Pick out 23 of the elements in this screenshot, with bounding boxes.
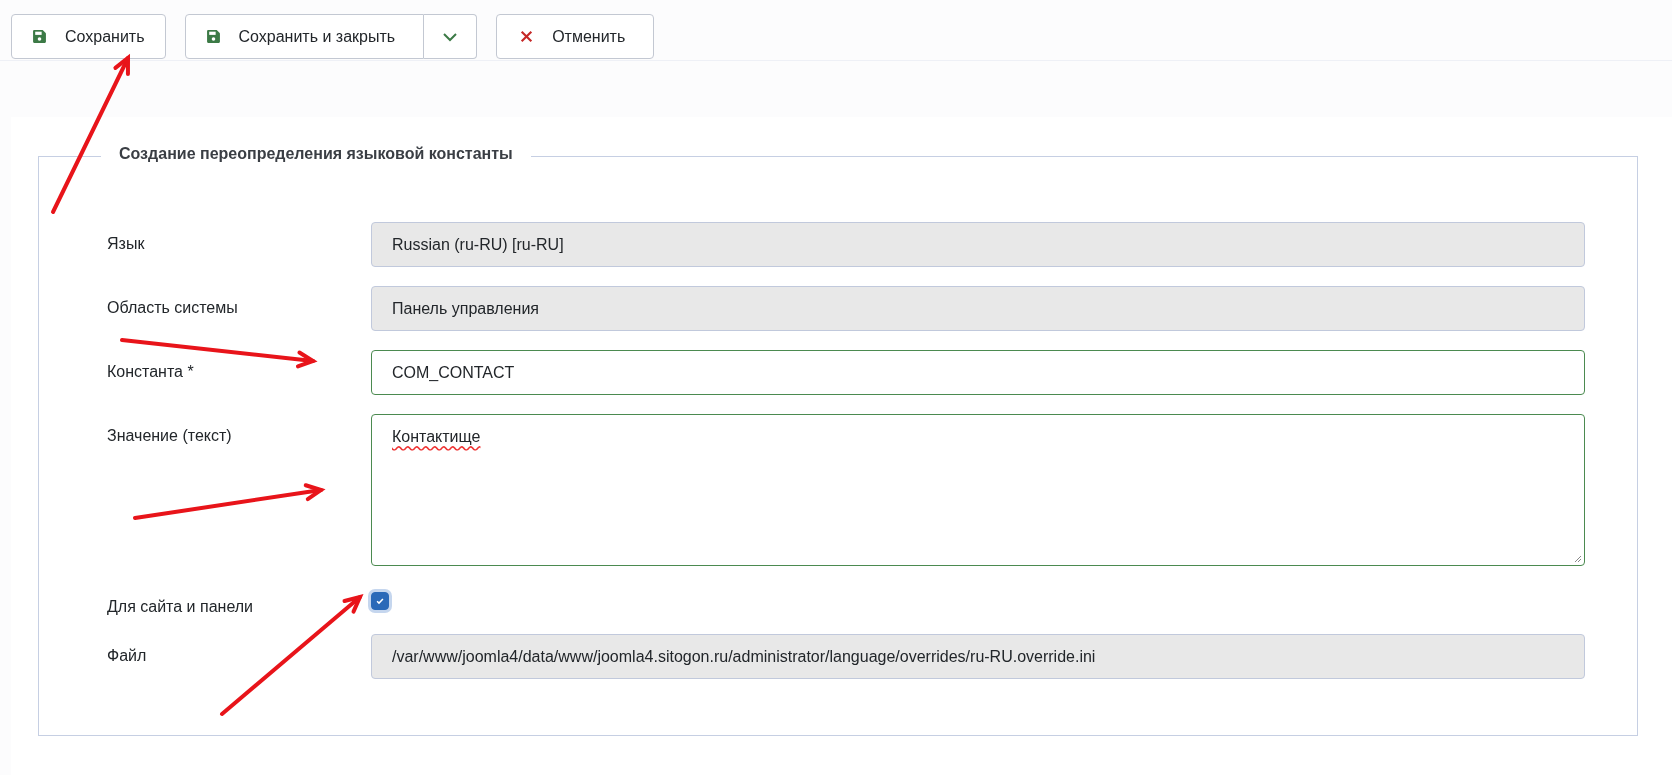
dropdown-toggle[interactable] (424, 14, 478, 59)
save-icon (205, 29, 221, 44)
close-icon (519, 29, 535, 44)
readonly-field: /var/www/joomla4/data/www/joomla4.sitogon.ru/administrator/language/overrides/ru-RU.override.ini (371, 634, 1585, 679)
field-label: Для сайта и панели (107, 598, 254, 615)
save-close-button[interactable]: Сохранить и закрыть (184, 14, 425, 59)
text-field[interactable]: COM_CONTACT (371, 350, 1585, 395)
field-label: Файл (107, 647, 147, 664)
readonly-field: Russian (ru-RU) [ru-RU] (371, 222, 1585, 267)
cancel-button[interactable]: Отменить (496, 14, 655, 59)
fieldset-legend: Создание переопределения языковой константы (101, 145, 531, 163)
textarea-field[interactable]: Контактище (371, 414, 1585, 566)
resize-handle-icon[interactable] (1572, 553, 1582, 563)
save-button[interactable]: Сохранить (11, 14, 166, 59)
checkbox[interactable] (371, 592, 389, 610)
field-label: Значение (текст) (107, 427, 232, 444)
checkmark-icon (375, 596, 385, 606)
field-label: Область системы (107, 299, 238, 316)
field-label: Константа * (107, 363, 194, 380)
save-icon (32, 29, 47, 44)
readonly-field: Панель управления (371, 286, 1585, 331)
chevron-down-icon (442, 31, 459, 42)
field-label: Язык (107, 235, 145, 252)
